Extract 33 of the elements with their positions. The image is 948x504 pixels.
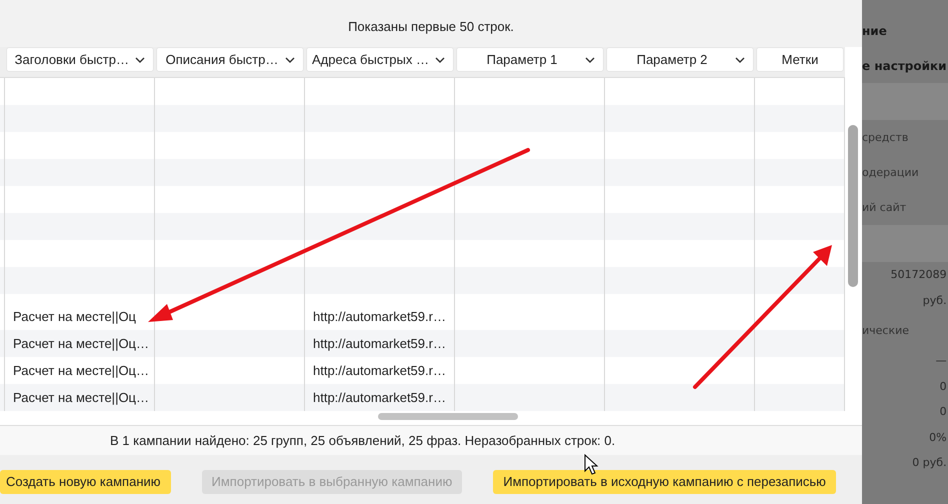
column-header[interactable]: Адреса быстрых …	[307, 48, 453, 71]
panel-text: е настройки	[862, 58, 947, 72]
panel-text: 0	[940, 380, 947, 393]
table-cell: Расчет на месте||Оц…	[13, 390, 149, 405]
table-cell: http://automarket59.r…	[313, 390, 446, 405]
panel-text: средств	[862, 131, 908, 144]
panel-text: 0 руб.	[912, 456, 947, 470]
column-header[interactable]: Заголовки быстр…	[7, 48, 153, 71]
action-button[interactable]: Импортировать в исходную кампанию с перезаписью	[493, 470, 836, 494]
table-cell: http://automarket59.r…	[313, 309, 446, 324]
column-header[interactable]: Параметр 1	[457, 48, 603, 71]
panel-text: 0%	[929, 430, 947, 444]
table-cell: Расчет на месте||Оц…	[13, 363, 149, 378]
panel-text: ические	[862, 324, 910, 337]
horizontal-scrollbar[interactable]	[378, 413, 518, 420]
panel-text: —	[936, 354, 947, 368]
panel-text: ние	[862, 24, 887, 38]
rows-shown-note: Показаны первые 50 строк.	[348, 19, 514, 34]
import-summary: В 1 кампании найдено: 25 групп, 25 объявлений, 25 фраз. Неразобранных строк: 0.	[110, 433, 616, 448]
column-header[interactable]: Описания быстр…	[157, 48, 303, 71]
table-cell: Расчет на месте||Оц	[13, 309, 136, 324]
panel-text: ий сайт	[862, 201, 906, 214]
table-cell: http://automarket59.r…	[313, 336, 446, 351]
table-cell: http://automarket59.r…	[313, 363, 446, 378]
panel-text: 50172089	[890, 268, 947, 282]
panel-text: одерации	[862, 166, 919, 179]
column-header[interactable]: Метки	[757, 48, 843, 71]
vertical-scrollbar[interactable]	[848, 125, 858, 287]
panel-text: 0	[940, 405, 947, 418]
panel-text: руб.	[922, 294, 947, 307]
table-cell: Расчет на месте||Оц…	[13, 336, 149, 351]
action-button[interactable]: Создать новую кампанию	[0, 470, 171, 494]
column-header[interactable]: Параметр 2	[607, 48, 753, 71]
